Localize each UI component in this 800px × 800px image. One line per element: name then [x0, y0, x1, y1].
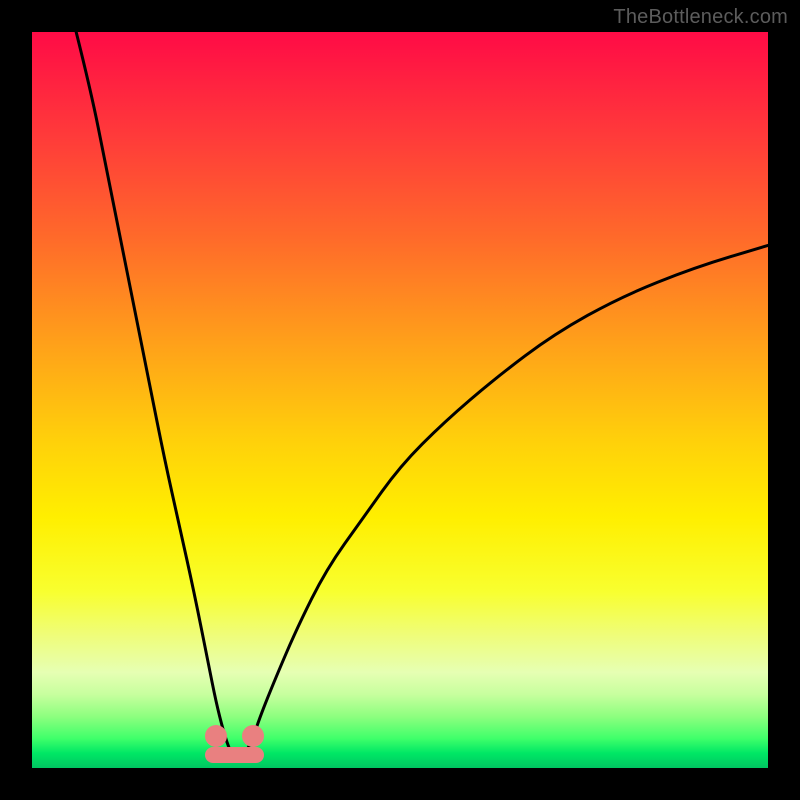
bottleneck-curve: [32, 32, 768, 768]
chart-frame: TheBottleneck.com: [0, 0, 800, 800]
chart-plot-area: [32, 32, 768, 768]
marker-dot-right: [242, 725, 264, 747]
marker-u-bar: [205, 747, 264, 763]
curve-path: [76, 32, 768, 759]
watermark-text: TheBottleneck.com: [613, 6, 788, 29]
